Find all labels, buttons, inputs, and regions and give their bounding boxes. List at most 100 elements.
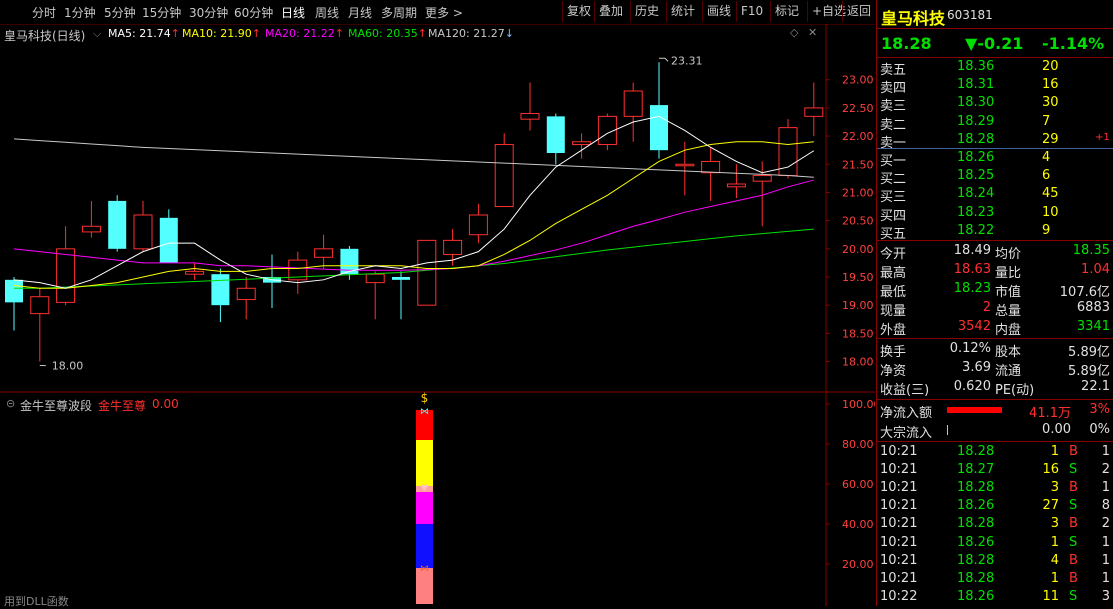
indicator-tick-label: 60.00	[842, 478, 874, 491]
diamond-icon[interactable]: ◇	[790, 26, 798, 39]
period-tab-7[interactable]: 周线	[315, 4, 339, 21]
bid-level: 买三 18.24 45	[880, 186, 1059, 206]
close-icon[interactable]: ✕	[808, 26, 817, 39]
indicator-bar-segment	[416, 440, 433, 486]
period-tab-1[interactable]: 1分钟	[64, 4, 96, 21]
butterfly-icon: ⋈	[420, 407, 429, 417]
ask-level: 卖二 18.29 7	[880, 113, 1051, 133]
price-tick-label: 19.50	[842, 271, 874, 284]
candle	[185, 262, 205, 280]
kline-chart-area[interactable]: 23.00 22.50 22.00 21.50 21.00 20.50 20.00 19.50…	[0, 24, 875, 606]
candle	[365, 271, 385, 320]
ma-legend-ma20: MA20: 21.22↑	[265, 27, 344, 40]
candle	[494, 133, 514, 208]
toolbar-button-0[interactable]: 复权	[562, 1, 595, 22]
stat-row: 今开 18.49 均价 18.35	[880, 243, 1110, 262]
candle	[597, 113, 617, 151]
toolbar-button-1[interactable]: 叠加	[594, 1, 627, 22]
stock-title: 皇马科技 603181	[877, 5, 1113, 28]
ma-legend-ma5: MA5: 21.74↑	[108, 27, 180, 40]
candle	[520, 82, 540, 131]
butterfly-icon: ⋈	[420, 564, 429, 574]
indicator-title: 金牛至尊波段	[20, 399, 93, 413]
candle	[81, 200, 101, 238]
candle	[56, 226, 76, 306]
ask-level: 卖三 18.30 30	[880, 95, 1059, 115]
indicator-legend-name: 金牛至尊	[98, 399, 147, 413]
indicator-tick-label: 40.00	[842, 518, 874, 531]
last-price: 18.28	[881, 34, 932, 53]
gear-icon[interactable]: ⊝	[6, 397, 15, 410]
low-label: 18.00	[52, 360, 84, 373]
quote-panel: 皇马科技 603181 18.28 ▼-0.21 -1.14% 卖五 18.36 20 卖四 18…	[876, 0, 1113, 606]
fundamental-row: 收益(三) 0.620 PE(动) 22.1	[880, 379, 1110, 398]
price-tick-label: 20.50	[842, 215, 874, 228]
candle	[546, 113, 565, 165]
period-tab-5[interactable]: 60分钟	[234, 4, 273, 21]
indicator-tick-label: 20.00	[842, 558, 874, 571]
period-tab-0[interactable]: 分时	[32, 4, 56, 21]
price-change: ▼-0.21	[965, 34, 1024, 53]
period-tab-9[interactable]: 多周期	[381, 4, 417, 21]
fundamental-row: 净资 3.69 流通 5.89亿	[880, 360, 1110, 379]
bid-level: 买二 18.25 6	[880, 168, 1051, 188]
indicator-tick-label: 80.00	[842, 438, 874, 451]
candle	[159, 209, 178, 263]
toolbar-button-8[interactable]: 返回	[842, 1, 875, 22]
toolbar-button-3[interactable]: 统计	[666, 1, 699, 22]
tick-row: 10:21 18.26 1 S 1	[880, 534, 1110, 550]
ask-level: 卖四 18.31 16	[880, 77, 1059, 97]
period-toolbar: 分时 1分钟 5分钟 15分钟 30分钟 60分钟 日线 周线 月线 多周期 更多 > 复权 叠加 历史统…	[0, 0, 875, 25]
price-tick-label: 23.00	[842, 74, 874, 87]
stock-code: 603181	[947, 8, 993, 22]
candle	[314, 234, 334, 269]
price-tick-label: 20.00	[842, 243, 874, 256]
period-tab-3[interactable]: 15分钟	[142, 4, 181, 21]
stat-row: 外盘 3542 内盘 3341	[880, 319, 1110, 338]
indicator-bar-segment	[416, 524, 433, 568]
candle	[650, 62, 668, 159]
candle	[392, 271, 410, 320]
period-tab-4[interactable]: 30分钟	[189, 4, 228, 21]
period-tab-6[interactable]: 日线	[281, 4, 305, 21]
stat-row: 现量 2 总量 6883	[880, 300, 1110, 319]
candle	[726, 164, 746, 199]
period-tab-10[interactable]: 更多 >	[425, 4, 463, 21]
price-tick-label: 22.50	[842, 102, 874, 115]
candle	[236, 277, 256, 320]
candle	[108, 195, 127, 252]
ma-legend-ma60: MA60: 20.35↑	[348, 27, 427, 40]
bid-level: 买一 18.26 4	[880, 150, 1051, 169]
toolbar-button-2[interactable]: 历史	[630, 1, 663, 22]
high-marker	[659, 57, 669, 62]
stat-row: 最低 18.23 市值 107.6亿	[880, 281, 1110, 300]
candle	[133, 200, 153, 252]
candle	[804, 82, 824, 137]
candle	[5, 277, 23, 331]
ma5-line	[13, 115, 815, 289]
period-tab-8[interactable]: 月线	[348, 4, 372, 21]
price-tick-label: 19.00	[842, 299, 874, 312]
candle	[211, 268, 230, 323]
bid-level: 买四 18.23 10	[880, 204, 1059, 224]
chevron-down-icon[interactable]: ⌵	[93, 27, 101, 41]
tick-row: 10:21 18.28 1 B 1	[880, 444, 1110, 459]
dll-footer-note: 用到DLL函数	[4, 595, 69, 608]
ma-legend-ma10: MA10: 21.90↑	[182, 27, 261, 40]
price-tick-label: 21.00	[842, 186, 874, 199]
flow-bar	[947, 407, 1002, 413]
period-tab-2[interactable]: 5分钟	[104, 4, 136, 21]
price-tick-label: 21.50	[842, 158, 874, 171]
toolbar-button-6[interactable]: 标记	[770, 1, 803, 22]
ma-legend-ma120: MA120: 21.27↓	[428, 27, 514, 40]
toolbar-button-4[interactable]: 画线	[702, 1, 735, 22]
flow-bar	[947, 425, 948, 435]
fund-flow-row: 净流入额 41.1万 3%	[880, 402, 1110, 421]
price-tick-label: 22.00	[842, 130, 874, 143]
tick-row: 10:22 18.26 11 S 3	[880, 588, 1110, 604]
ask-level: 卖五 18.36 20	[880, 59, 1059, 78]
toolbar-button-5[interactable]: F10	[736, 1, 767, 22]
stock-period-label: 皇马科技(日线)	[4, 29, 86, 43]
fund-flow-row: 大宗流入 0.00 0%	[880, 422, 1110, 441]
stock-name: 皇马科技	[881, 9, 946, 28]
